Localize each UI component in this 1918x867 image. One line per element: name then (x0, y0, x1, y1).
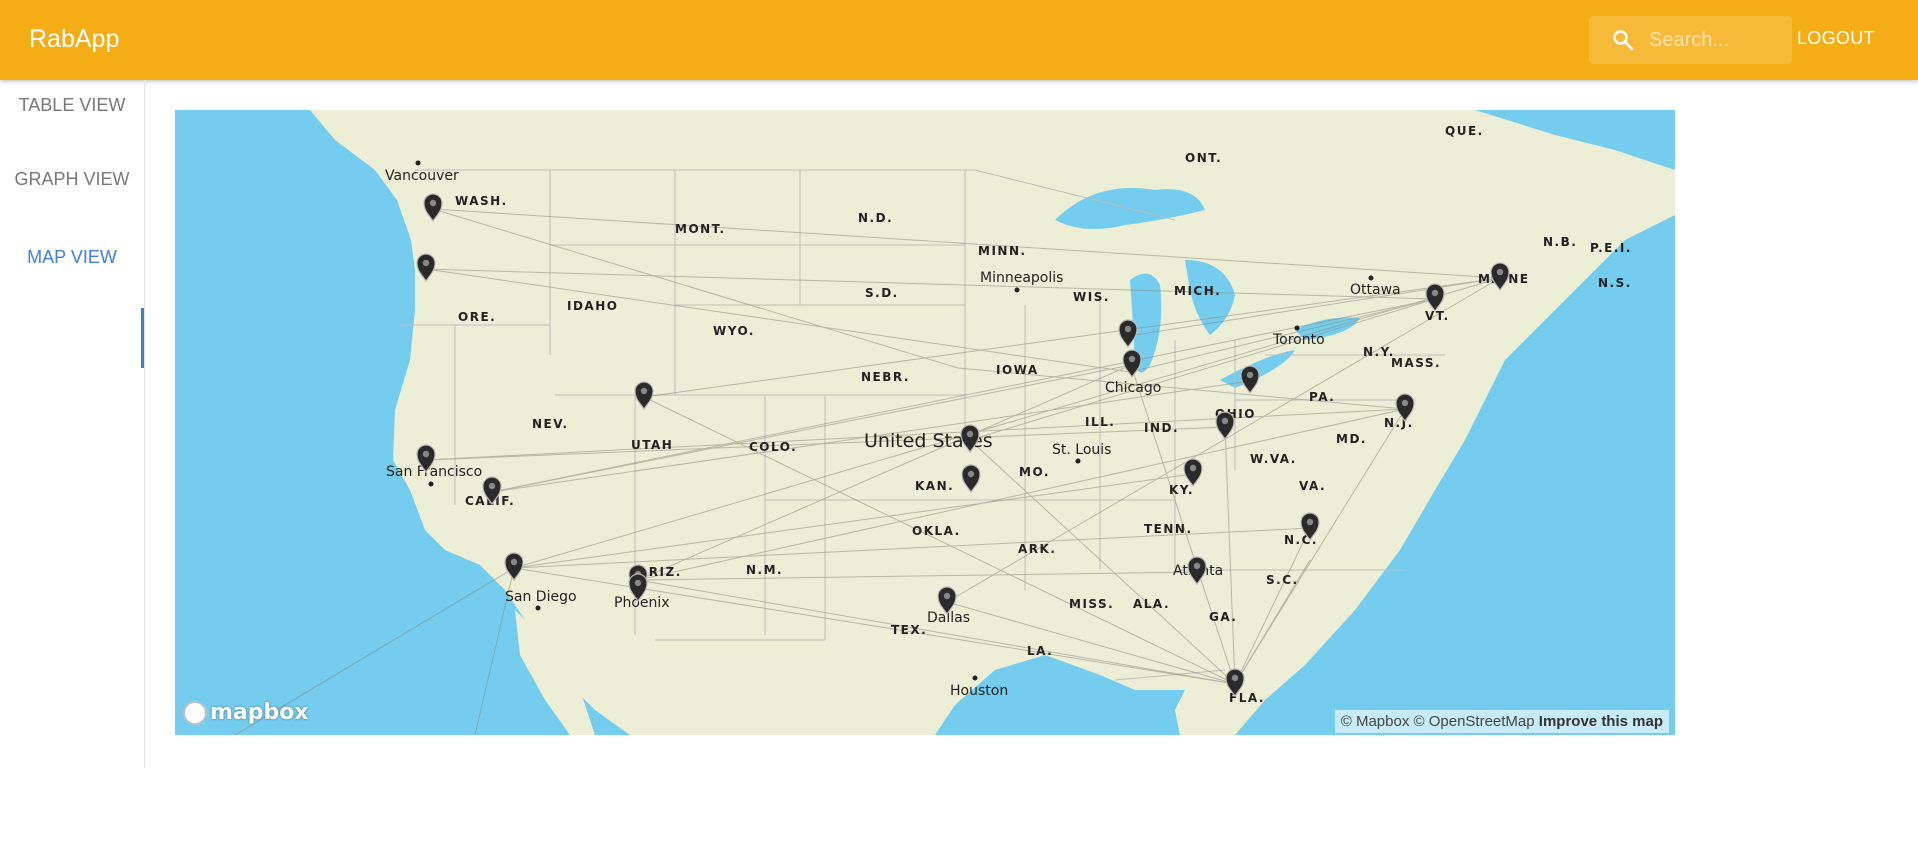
label-que: QUE. (1445, 124, 1484, 138)
label-pei: P.E.I. (1590, 241, 1632, 255)
tab-map-view[interactable]: MAP VIEW (0, 246, 144, 268)
city-phoenix: Phoenix (614, 595, 670, 611)
mapbox-logo-icon (183, 700, 207, 725)
label-kan: KAN. (915, 479, 954, 493)
sidebar: TABLE VIEW GRAPH VIEW MAP VIEW (0, 80, 145, 768)
label-ont: ONT. (1185, 151, 1222, 165)
label-wyo: WYO. (713, 324, 755, 338)
label-mich: MICH. (1174, 284, 1221, 298)
city-minneapolis: Minneapolis (980, 270, 1063, 286)
city-vancouver: Vancouver (385, 168, 459, 184)
label-ns: N.S. (1598, 276, 1632, 290)
label-ga: GA. (1209, 610, 1237, 624)
label-md: MD. (1336, 432, 1367, 446)
label-utah: UTAH (631, 438, 673, 452)
city-ottawa: Ottawa (1350, 282, 1401, 298)
search-box[interactable] (1589, 16, 1792, 64)
label-mont: MONT. (675, 222, 726, 236)
label-ind: IND. (1144, 421, 1179, 435)
label-ill: ILL. (1085, 415, 1115, 429)
label-nb: N.B. (1543, 235, 1577, 249)
label-nd: N.D. (858, 211, 893, 225)
label-pa: PA. (1309, 390, 1335, 404)
city-chicago: Chicago (1105, 380, 1161, 396)
label-ark: ARK. (1018, 542, 1056, 556)
label-ore: ORE. (458, 310, 496, 324)
map-svg: QUE. ONT. N.B. P.E.I. N.S. WASH. MONT. N… (234, 110, 1675, 735)
search-input[interactable] (1649, 16, 1789, 64)
mapbox-logo[interactable]: mapbox (183, 700, 309, 725)
label-idaho: IDAHO (567, 299, 618, 313)
improve-map-link[interactable]: Improve this map (1539, 713, 1663, 730)
active-tab-indicator (141, 308, 144, 368)
label-vt: VT. (1425, 309, 1450, 323)
label-wis: WIS. (1073, 290, 1110, 304)
app-bar: RabApp LOGOUT (0, 0, 1918, 80)
label-nm: N.M. (746, 563, 783, 577)
label-sd: S.D. (865, 286, 899, 300)
logout-button[interactable]: LOGOUT (1797, 28, 1875, 49)
app-title: RabApp (29, 25, 120, 53)
label-tenn: TENN. (1144, 522, 1193, 536)
tab-graph-view[interactable]: GRAPH VIEW (0, 168, 144, 190)
label-ala: ALA. (1133, 597, 1170, 611)
label-va: VA. (1299, 479, 1326, 493)
label-nev: NEV. (532, 417, 569, 431)
label-sc: S.C. (1266, 573, 1299, 587)
city-san-francisco: San Francisco (386, 464, 482, 480)
label-ky: KY. (1169, 483, 1194, 497)
label-wash: WASH. (455, 194, 508, 208)
label-minn: MINN. (978, 244, 1027, 258)
label-tex: TEX. (891, 623, 927, 637)
map-canvas[interactable]: QUE. ONT. N.B. P.E.I. N.S. WASH. MONT. N… (175, 110, 1675, 735)
city-toronto: Toronto (1272, 332, 1325, 348)
label-nj: N.J. (1384, 416, 1414, 430)
label-wva: W.VA. (1250, 452, 1297, 466)
label-mo: MO. (1019, 465, 1050, 479)
search-icon (1613, 30, 1634, 51)
label-la: LA. (1027, 644, 1053, 658)
label-iowa: IOWA (996, 363, 1039, 377)
tab-table-view[interactable]: TABLE VIEW (0, 94, 144, 116)
label-mass: MASS. (1391, 356, 1441, 370)
city-houston: Houston (950, 683, 1008, 699)
city-st-louis: St. Louis (1052, 442, 1111, 458)
label-colo: COLO. (749, 440, 797, 454)
label-okla: OKLA. (912, 524, 961, 538)
attribution-text: © Mapbox © OpenStreetMap (1340, 713, 1535, 730)
map-attribution: © Mapbox © OpenStreetMap Improve this ma… (1334, 710, 1669, 733)
label-miss: MISS. (1069, 597, 1114, 611)
mapbox-logo-text: mapbox (210, 700, 309, 725)
city-san-diego: San Diego (505, 589, 577, 605)
label-nebr: NEBR. (861, 370, 910, 384)
